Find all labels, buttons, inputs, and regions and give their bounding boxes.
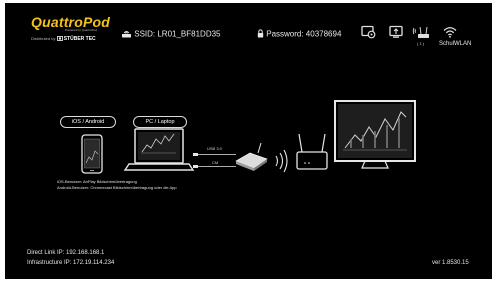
smartphone-icon: [81, 134, 103, 174]
router-icon: [296, 133, 328, 170]
connection-diagram: [81, 100, 416, 174]
usb-label: USB 3.0: [207, 146, 222, 151]
version-label: ver 1.8530.15: [432, 260, 469, 266]
infrastructure-ip: Infrastructure IP: 172.19.114.234: [27, 260, 115, 266]
tv-display-icon: [334, 100, 416, 169]
android-note: Android-Benutzer: Chromecast Bildschirmü…: [57, 185, 177, 190]
wireless-signal-icon: [275, 149, 288, 173]
ios-note: iOS-Benutzer: AirPlay Bildschirmübertrag…: [57, 179, 137, 184]
direct-link-ip: Direct Link IP: 192.168.168.1: [27, 250, 105, 256]
pod-receiver-icon: [235, 142, 268, 171]
cm-label: CM: [212, 160, 219, 165]
laptop-icon: [123, 128, 195, 171]
quattropod-home-screen: QuattroPod Powered by QuattroPod Distrib…: [5, 3, 492, 279]
